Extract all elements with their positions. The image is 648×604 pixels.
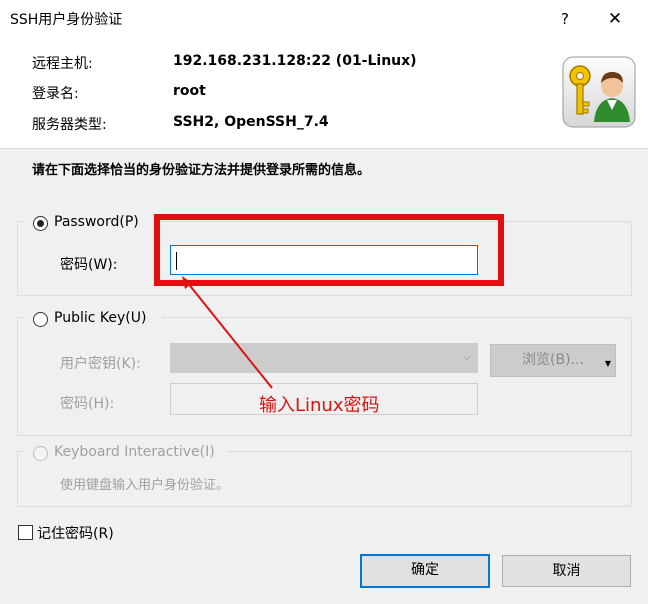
annotation-arrow [182,276,273,389]
annotation-text: 输入Linux密码 [259,395,380,416]
